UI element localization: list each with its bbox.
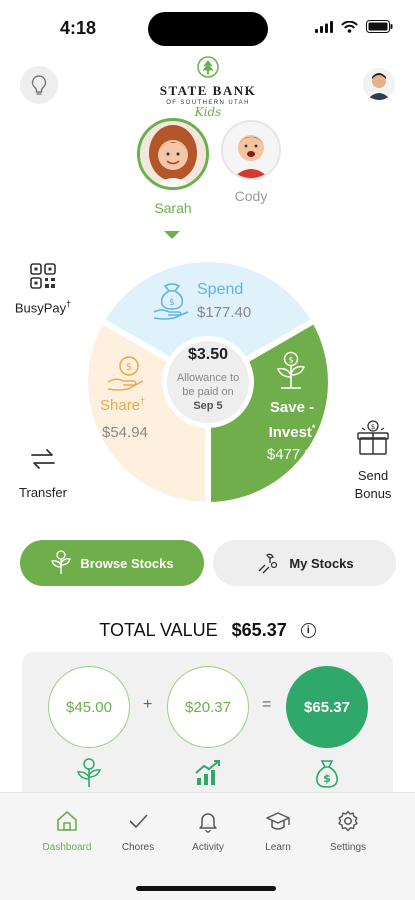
svg-text:$: $ (323, 772, 331, 785)
status-bar: 4:18 (0, 0, 415, 56)
spend-amount: $177.40 (197, 304, 252, 321)
svg-text:$: $ (288, 356, 293, 365)
transfer-arrows-icon (31, 449, 55, 469)
kid-name: Sarah (154, 200, 192, 216)
share-label-row: Share† (100, 396, 145, 414)
status-icons (315, 20, 393, 33)
save-label-1: Save - (269, 399, 315, 416)
wifi-icon (341, 20, 358, 33)
parent-avatar[interactable] (363, 68, 395, 100)
transfer-button[interactable]: Transfer (10, 444, 76, 500)
money-wheel: $ Spend $177.40 $ Share† $54.94 $3.50 Al… (82, 256, 334, 508)
send-bonus-button[interactable]: $ Send Bonus (340, 420, 406, 503)
app-header: STATE BANK OF SOUTHERN UTAH Kids (0, 56, 415, 122)
nav-label: Chores (121, 842, 155, 853)
total-amount-circle: $65.37 (286, 666, 368, 748)
allowance-line-2: be paid on (182, 386, 234, 398)
hand-watering-plant-icon (258, 553, 278, 574)
browse-stocks-button[interactable]: Browse Stocks (20, 540, 204, 586)
tree-logo-icon (197, 56, 219, 78)
status-time: 4:18 (60, 18, 97, 38)
qr-code-icon (30, 263, 56, 289)
spend-hand-money-icon: $ (153, 283, 189, 320)
plus-sign: + (143, 696, 153, 713)
nav-activity[interactable]: Activity (173, 809, 243, 853)
kid-name: Cody (234, 188, 268, 204)
total-value-row: TOTAL VALUE $65.37 i (0, 620, 415, 641)
kid-cody[interactable]: Cody (218, 118, 284, 204)
bank-logo: STATE BANK OF SOUTHERN UTAH Kids (148, 56, 268, 119)
total-value-amount: $65.37 (231, 620, 287, 640)
busypay-button[interactable]: BusyPay† (10, 262, 76, 315)
transfer-label: Transfer (19, 485, 67, 500)
stocks-value-card: $45.00 + $20.37 = $65.37 $ (22, 652, 393, 812)
lightbulb-icon (31, 75, 47, 95)
send-bonus-label-2: Bonus (354, 486, 392, 501)
nav-learn[interactable]: Learn (243, 809, 313, 853)
busypay-label: BusyPay (14, 300, 67, 316)
money-bag-icon: $ (316, 760, 338, 788)
share-label: Share (100, 397, 141, 414)
gain-amount-circle: $20.37 (167, 666, 249, 748)
save-invest-label: Save - Invest* (262, 397, 322, 443)
bottom-nav: Dashboard Chores Activity Learn Settings (0, 792, 415, 900)
share-mark: † (140, 396, 146, 406)
allowance-line-1: Allowance to (176, 372, 240, 384)
dynamic-island (148, 12, 268, 46)
total-amount: $65.37 (304, 698, 350, 716)
bank-name: STATE BANK (159, 83, 257, 98)
browse-stocks-label: Browse Stocks (80, 555, 174, 571)
total-value-label: TOTAL VALUE (99, 620, 218, 640)
my-stocks-label: My Stocks (289, 555, 354, 571)
selected-kid-caret-icon (164, 231, 180, 239)
home-icon (57, 811, 77, 831)
busypay-mark: † (66, 299, 72, 309)
allowance-date: Sep 5 (193, 400, 223, 412)
equals-sign: = (262, 696, 272, 713)
save-mark: * (311, 423, 316, 433)
save-plant-icon: $ (276, 351, 306, 389)
nav-settings[interactable]: Settings (313, 809, 383, 853)
signal-icon (315, 20, 333, 33)
invested-amount: $45.00 (66, 698, 112, 716)
kid-avatar (221, 120, 281, 180)
checkmark-icon (129, 814, 148, 829)
allowance-amount: $3.50 (187, 346, 229, 363)
nav-label: Learn (265, 842, 291, 853)
kid-sarah[interactable]: Sarah (135, 118, 211, 216)
home-indicator (136, 886, 276, 891)
battery-icon (366, 20, 393, 33)
nav-label: Settings (329, 842, 367, 853)
nav-chores[interactable]: Chores (103, 809, 173, 853)
allowance-text: Allowance to be paid on Sep 5 (168, 371, 248, 413)
growth-chart-icon (195, 760, 220, 785)
my-stocks-button[interactable]: My Stocks (213, 540, 396, 586)
invested-amount-circle: $45.00 (48, 666, 130, 748)
plant-coin-icon (51, 550, 72, 574)
share-hand-coin-icon: $ (107, 356, 144, 391)
share-amount: $54.94 (102, 424, 148, 441)
info-icon[interactable]: i (300, 623, 316, 638)
parent-avatar-image (363, 68, 395, 100)
bank-kids-label: Kids (194, 105, 222, 119)
gift-money-icon: $ (357, 420, 389, 455)
save-invest-amount: $477.96 (266, 446, 322, 463)
svg-text:$: $ (371, 423, 375, 431)
spend-label: Spend (197, 281, 244, 298)
nav-dashboard[interactable]: Dashboard (32, 809, 102, 853)
graduation-cap-icon (266, 812, 290, 830)
svg-text:$: $ (126, 362, 132, 373)
tips-button[interactable] (20, 66, 58, 104)
bell-icon (199, 813, 217, 833)
send-bonus-label-1: Send (357, 468, 389, 483)
gain-amount: $20.37 (185, 698, 231, 716)
gear-icon (338, 810, 358, 832)
svg-text:$: $ (169, 298, 175, 308)
nav-label: Dashboard (42, 842, 92, 853)
save-label-2: Invest (268, 424, 312, 441)
kid-avatar (137, 118, 209, 190)
nav-label: Activity (192, 842, 224, 853)
plant-coin-icon (76, 758, 102, 787)
